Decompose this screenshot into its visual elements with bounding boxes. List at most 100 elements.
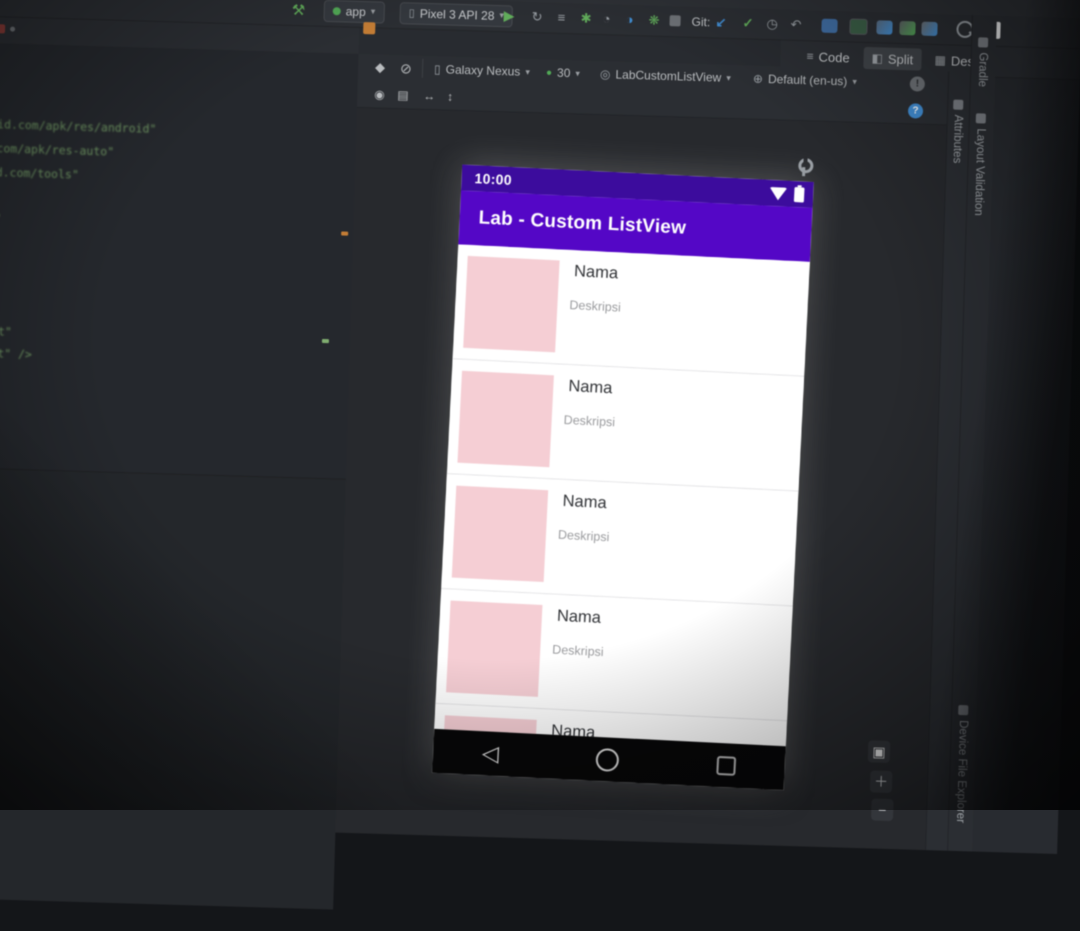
code-line: oid.com/apk/res/android"	[0, 117, 157, 136]
recents-button[interactable]	[716, 755, 737, 776]
device-manager-icon[interactable]	[899, 17, 916, 38]
home-button[interactable]	[595, 747, 620, 772]
chevron-down-icon: ▾	[370, 6, 376, 17]
help-badge[interactable]: ?	[907, 100, 924, 120]
run-config-label: app	[345, 4, 366, 19]
item-title: Nama	[556, 606, 602, 627]
chevron-down-icon: ▾	[852, 76, 858, 87]
profile-button[interactable]: ◑	[625, 9, 633, 30]
wrench-icon[interactable]: ⚒	[291, 0, 306, 20]
run-button[interactable]: ▶	[503, 5, 514, 26]
layout-preview-phone[interactable]: 10:00 Lab - Custom ListView Nama Deskrip…	[432, 164, 814, 791]
android-droid-icon: ●	[545, 66, 553, 79]
render-warning-badge[interactable]: !	[909, 73, 926, 93]
item-title: Nama	[562, 491, 608, 513]
file-tab-truncated[interactable]	[0, 23, 6, 34]
git-commit-icon[interactable]: ✓	[742, 12, 754, 33]
battery-icon	[793, 186, 805, 203]
file-tab-close-icon[interactable]	[10, 26, 16, 32]
layout-validation-panel-button[interactable]: Layout Validation	[972, 113, 987, 216]
status-time: 10:00	[474, 170, 513, 188]
locale-dropdown[interactable]: ⊕ Default (en-us) ▾	[753, 69, 858, 92]
target-device-dropdown[interactable]: ▯ Pixel 3 API 28 ▾	[399, 1, 514, 27]
apply-changes-icon[interactable]: ↻	[531, 6, 543, 27]
gradle-panel-button[interactable]: Gradle	[976, 37, 989, 87]
list-item[interactable]: Nama Deskripsi	[446, 359, 805, 492]
gradle-elephant-icon	[977, 37, 989, 48]
code-line: ent" />	[0, 345, 33, 362]
profile-low-overhead-icon[interactable]: ❋	[648, 10, 660, 31]
item-subtitle: Deskripsi	[557, 527, 610, 545]
stop-button[interactable]	[669, 10, 681, 31]
view-options-eye-icon[interactable]: ◉	[374, 84, 385, 104]
zoom-to-fit-button[interactable]: ▣	[867, 740, 891, 763]
scrollbar-warning-mark[interactable]	[341, 231, 349, 236]
apply-code-changes-icon[interactable]: ≡	[557, 7, 565, 28]
globe-icon: ⊕	[752, 71, 764, 86]
sdk-manager-icon[interactable]	[921, 18, 938, 39]
swap-horizontal-icon[interactable]: ↔	[423, 86, 436, 106]
profiler-icon[interactable]	[876, 16, 893, 37]
zoom-in-button[interactable]: ＋	[869, 770, 893, 794]
device-label: Pixel 3 API 28	[419, 6, 495, 23]
listview[interactable]: Nama Deskripsi Nama Deskripsi Nama Deskr…	[434, 244, 810, 747]
tool-stripe-marker	[363, 22, 376, 35]
list-item[interactable]: Nama Deskripsi	[452, 244, 810, 377]
item-image-placeholder	[463, 255, 560, 353]
code-line: .com/apk/res-auto"	[0, 141, 115, 159]
wifi-icon	[768, 186, 788, 201]
code-editor[interactable]: oid.com/apk/res/android" .com/apk/res-au…	[0, 42, 359, 910]
chevron-down-icon: ▾	[575, 67, 581, 78]
swap-vertical-icon[interactable]: ↕	[447, 87, 454, 107]
project-structure-icon[interactable]	[821, 15, 838, 36]
design-mode-icon[interactable]: ⊘	[400, 58, 412, 78]
device-file-explorer-panel-button[interactable]: Device File Explorer	[954, 704, 969, 823]
debug-button[interactable]: ✱	[580, 7, 592, 28]
list-view-icon[interactable]: ▤	[397, 85, 409, 105]
app-title: Lab - Custom ListView	[478, 207, 687, 239]
chevron-down-icon: ▾	[525, 66, 531, 77]
code-line: id.com/tools"	[0, 164, 80, 182]
item-image-placeholder	[451, 485, 549, 583]
layout-validation-icon	[975, 113, 986, 124]
attach-debugger-icon[interactable]: ◔	[602, 8, 610, 29]
attributes-panel-button[interactable]: Attributes	[951, 99, 965, 163]
code-line: g"	[0, 211, 2, 225]
item-title: Nama	[573, 262, 619, 283]
theme-icon: ◎	[599, 67, 611, 82]
back-button[interactable]: ◁	[481, 740, 499, 766]
git-history-icon[interactable]: ◷	[766, 13, 778, 34]
layers-icon[interactable]: ◆	[375, 57, 386, 77]
terminal-icon[interactable]	[849, 15, 868, 37]
device-file-explorer-icon	[958, 704, 969, 716]
design-icon: ▦	[934, 52, 947, 68]
attributes-icon	[953, 99, 964, 110]
item-subtitle: Deskripsi	[569, 298, 622, 315]
list-item[interactable]: Nama Deskripsi	[441, 474, 799, 607]
preview-device-dropdown[interactable]: ▯ Galaxy Nexus ▾	[434, 59, 530, 82]
theme-dropdown[interactable]: ◎ LabCustomListView ▾	[600, 64, 731, 88]
chevron-down-icon: ▾	[726, 72, 731, 83]
split-icon: ◧	[871, 51, 884, 66]
git-update-icon[interactable]: ↙	[715, 11, 727, 32]
run-config-status-icon	[332, 6, 341, 15]
render-tools-wrench-icon[interactable]	[797, 158, 814, 177]
ide-window: ⚒ app ▾ ▯ Pixel 3 API 28 ▾ ▶ ↻ ≡ ✱ ◔ ◑ ❋…	[0, 0, 1080, 910]
item-subtitle: Deskripsi	[551, 642, 604, 660]
scrollbar-ok-mark[interactable]	[321, 338, 330, 344]
editor-lower-panel	[0, 468, 346, 910]
list-item[interactable]: Nama Deskripsi	[435, 588, 793, 722]
item-image-placeholder	[446, 600, 543, 697]
git-label: Git:	[691, 14, 711, 29]
code-icon: ≡	[806, 49, 814, 64]
item-image-placeholder	[457, 370, 554, 468]
item-subtitle: Deskripsi	[563, 412, 616, 430]
git-rollback-icon[interactable]: ↶	[790, 14, 802, 35]
device-phone-icon: ▯	[408, 7, 415, 20]
device-phone-icon: ▯	[433, 62, 441, 77]
tab-code[interactable]: ≡ Code	[798, 45, 858, 69]
run-configuration-dropdown[interactable]: app ▾	[323, 0, 385, 24]
api-level-dropdown[interactable]: ● 30 ▾	[546, 62, 581, 83]
tab-split[interactable]: ◧ Split	[863, 46, 922, 71]
code-line: ent"	[0, 323, 13, 339]
